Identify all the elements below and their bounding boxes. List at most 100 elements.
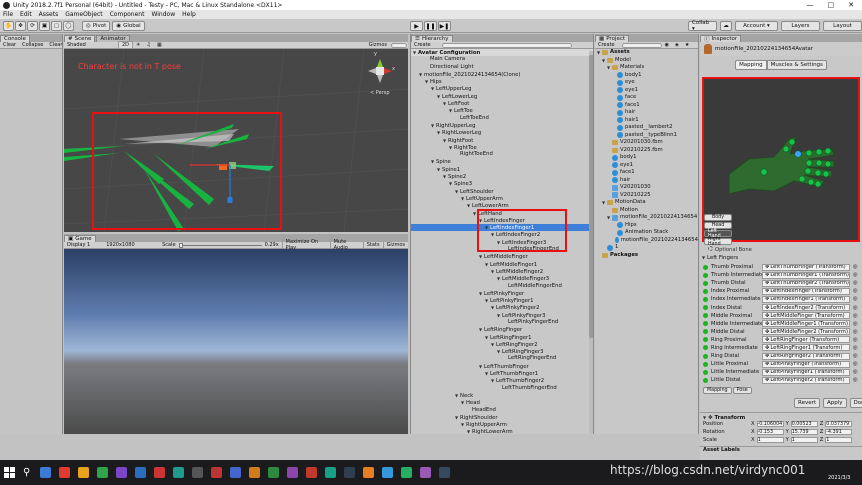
tab-mapping[interactable]: Mapping (735, 60, 767, 70)
hierarchy-scrollbar[interactable] (589, 51, 593, 434)
rotation-y-field[interactable]: 15.739 (790, 429, 818, 435)
hierarchy-item[interactable]: ▼ LeftRingFinger2 (411, 341, 593, 348)
transform-object-field[interactable]: ✥ LeftPinkyFinger (Transform) (762, 360, 850, 368)
search-icon[interactable]: ⚲ (23, 467, 30, 478)
transform-object-field[interactable]: ✥ LeftIndexFinger2 (Transform) (762, 304, 850, 312)
taskbar-app-icon[interactable] (40, 467, 52, 478)
transform-tool-icon[interactable]: ◯ (63, 21, 74, 31)
hierarchy-item[interactable]: RightToeEnd (411, 151, 593, 158)
hierarchy-item[interactable]: ▼ LeftPinkyFinger2 (411, 304, 593, 311)
display-dropdown[interactable]: Display 1 (64, 242, 103, 248)
transform-object-field[interactable]: ✥ LeftPinkyFinger1 (Transform) (762, 368, 850, 376)
hierarchy-item[interactable]: ▼ LeftRingFinger1 (411, 334, 593, 341)
hierarchy-item[interactable]: ▼ Spine (411, 158, 593, 165)
global-button[interactable]: ◉ Global (112, 21, 145, 31)
filter-label-icon[interactable]: ◈ (672, 42, 682, 48)
hand-bone-point[interactable] (814, 169, 822, 177)
hierarchy-item[interactable]: ▼ Spine3 (411, 180, 593, 187)
transform-object-field[interactable]: ✥ LeftRingFinger2 (Transform) (762, 352, 850, 360)
right-hand-button[interactable]: Right Hand (704, 237, 732, 247)
hierarchy-item[interactable]: ▼ RightToe (411, 144, 593, 151)
hierarchy-item[interactable]: Main Camera (411, 56, 593, 63)
hierarchy-item[interactable]: ▼ LeftMiddleFinger1 (411, 261, 593, 268)
taskbar-app-icon[interactable] (363, 467, 375, 478)
object-picker-icon[interactable]: ◎ (853, 345, 858, 351)
hand-bone-point[interactable] (805, 149, 813, 157)
position-y-field[interactable]: 0.00523 (790, 421, 818, 427)
revert-button[interactable]: Revert (794, 398, 821, 408)
taskbar-app-icon[interactable] (344, 467, 356, 478)
transform-object-field[interactable]: ✥ LeftRingFinger1 (Transform) (762, 344, 850, 352)
transform-object-field[interactable]: ✥ LeftMiddleFinger (Transform) (762, 312, 850, 320)
project-item[interactable]: hair1 (595, 117, 698, 125)
project-item[interactable]: V20201030 (595, 184, 698, 192)
hierarchy-item[interactable]: LeftMiddleFingerEnd (411, 283, 593, 290)
project-item[interactable]: motionFile_20210224134654 (595, 237, 698, 245)
project-item[interactable]: Motion (595, 207, 698, 215)
effects-toggle-icon[interactable]: ▦ (154, 42, 165, 48)
object-picker-icon[interactable]: ◎ (853, 305, 858, 311)
hierarchy-item[interactable]: ▼ LeftUpperArm (411, 195, 593, 202)
project-item[interactable]: ▼ MotionData (595, 199, 698, 207)
tab-project[interactable]: ▦ Project (595, 35, 630, 42)
project-item[interactable]: Animation Stack (595, 229, 698, 237)
taskbar-app-icon[interactable] (78, 467, 90, 478)
hierarchy-item[interactable]: LeftToeEnd (411, 115, 593, 122)
scene-orientation-gizmo[interactable]: y x (366, 51, 395, 85)
done-button[interactable]: Done (849, 398, 862, 408)
transform-object-field[interactable]: ✥ LeftIndexFinger (Transform) (762, 287, 850, 295)
hand-bone-point[interactable] (822, 170, 830, 178)
taskbar-app-icon[interactable] (401, 467, 413, 478)
project-item[interactable]: ▼ Assets (595, 49, 698, 57)
project-item[interactable]: V20210225.fbm (595, 147, 698, 155)
transform-object-field[interactable]: ✥ LeftMiddleFinger1 (Transform) (762, 320, 850, 328)
rotation-z-field[interactable]: -4.391 (825, 429, 853, 435)
tab-scene[interactable]: # Scene (64, 35, 96, 42)
project-item[interactable]: face (595, 94, 698, 102)
layout-dropdown[interactable]: Layout (822, 21, 862, 31)
project-item[interactable]: hair (595, 177, 698, 185)
apply-button[interactable]: Apply (823, 398, 847, 408)
close-icon[interactable]: ✕ (848, 1, 854, 9)
hierarchy-item[interactable]: ▼ LeftPinkyFinger1 (411, 297, 593, 304)
console-clear-on-play-button[interactable]: Clear (46, 42, 65, 48)
hierarchy-item[interactable]: ▼ RightUpperLeg (411, 122, 593, 129)
object-picker-icon[interactable]: ◎ (853, 264, 858, 270)
taskbar-app-icon[interactable] (116, 467, 128, 478)
taskbar-app-icon[interactable] (325, 467, 337, 478)
transform-object-field[interactable]: ✥ LeftIndexFinger1 (Transform) (762, 295, 850, 303)
hand-bone-point[interactable] (814, 180, 822, 188)
scale-x-field[interactable]: 1 (756, 437, 784, 443)
hierarchy-item[interactable]: LeftRingFingerEnd (411, 355, 593, 362)
hand-bone-point[interactable] (788, 138, 796, 146)
project-item[interactable]: 1 (595, 244, 698, 252)
menu-gameobject[interactable]: GameObject (65, 11, 102, 18)
scene-gizmos-dropdown[interactable]: Gizmos (366, 42, 390, 48)
hierarchy-item[interactable]: ▼ RightLowerArm (411, 428, 593, 434)
menu-help[interactable]: Help (182, 11, 196, 18)
tab-game[interactable]: ▣ Game (64, 235, 96, 242)
object-picker-icon[interactable]: ◎ (853, 288, 858, 294)
minimize-icon[interactable]: — (807, 1, 814, 9)
transform-object-field[interactable]: ✥ LeftThumbFinger (Transform) (762, 263, 850, 271)
taskbar-app-icon[interactable] (382, 467, 394, 478)
hierarchy-item[interactable]: LeftThumbFingerEnd (411, 385, 593, 392)
project-item[interactable]: hair (595, 109, 698, 117)
hierarchy-item[interactable]: ▼ LeftLowerLeg (411, 93, 593, 100)
hierarchy-search-input[interactable] (441, 42, 572, 48)
taskbar-app-icon[interactable] (97, 467, 109, 478)
menu-file[interactable]: File (3, 11, 13, 18)
cloud-icon[interactable]: ☁ (720, 21, 732, 31)
hierarchy-item[interactable]: ▼ LeftThumbFinger2 (411, 377, 593, 384)
taskbar-app-icon[interactable] (154, 467, 166, 478)
hierarchy-item[interactable]: ▼ LeftMiddleFinger2 (411, 268, 593, 275)
hand-bone-point[interactable] (824, 160, 832, 168)
project-item[interactable]: pasted__lambert2 (595, 124, 698, 132)
object-picker-icon[interactable]: ◎ (853, 353, 858, 359)
pivot-button[interactable]: ◎ Pivot (82, 21, 111, 31)
taskbar-app-icon[interactable] (268, 467, 280, 478)
hierarchy-item[interactable]: ▼ Spine2 (411, 173, 593, 180)
scale-tool-icon[interactable]: ▣ (39, 21, 50, 31)
menu-component[interactable]: Component (110, 11, 145, 18)
object-picker-icon[interactable]: ◎ (853, 272, 858, 278)
